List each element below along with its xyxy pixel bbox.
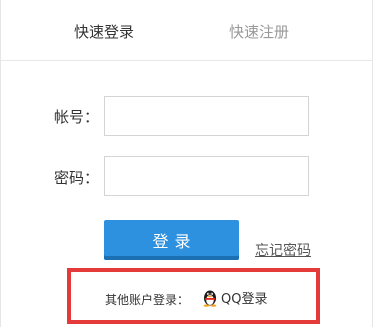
- account-input[interactable]: [104, 96, 309, 136]
- forgot-password-link[interactable]: 忘记密码: [255, 240, 311, 260]
- qq-login-label: QQ登录: [221, 291, 268, 307]
- tab-bar: 快速登录 快速注册: [1, 0, 372, 61]
- password-input[interactable]: [104, 156, 309, 196]
- password-label: 密码：: [54, 169, 100, 187]
- login-panel: 快速登录 快速注册 帐号： 密码： 登录 忘记密码 其他账户登录： QQ登录: [0, 0, 373, 327]
- login-button[interactable]: 登录: [104, 220, 239, 260]
- tab-quick-register[interactable]: 快速注册: [229, 22, 289, 42]
- account-label: 帐号：: [54, 108, 100, 126]
- qq-penguin-icon: [202, 288, 218, 307]
- qq-login-link[interactable]: QQ登录: [202, 286, 267, 308]
- tab-quick-login[interactable]: 快速登录: [74, 22, 134, 42]
- other-login-label: 其他账户登录：: [105, 293, 190, 307]
